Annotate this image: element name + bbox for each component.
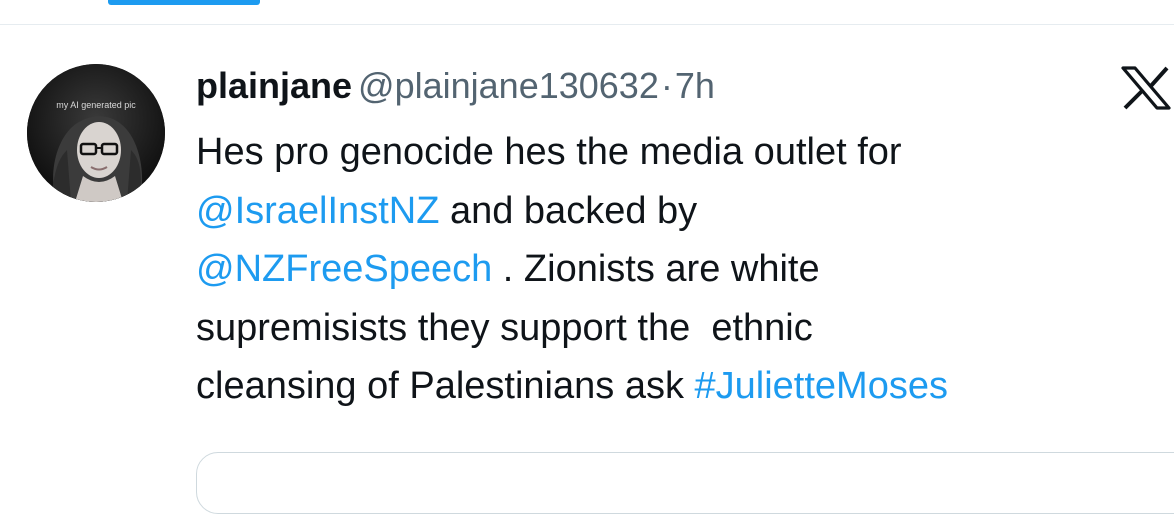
- tweet-text-segment: . Zionists are white: [492, 248, 820, 290]
- display-name[interactable]: plainjane: [196, 65, 352, 106]
- mention-nzfreespeech[interactable]: @NZFreeSpeech: [196, 248, 492, 290]
- tweet-text-line-4: supremisists they support the ethnic: [196, 306, 813, 349]
- timestamp[interactable]: 7h: [675, 65, 715, 106]
- tweet-text: Hes pro genocide hes the media outlet fo…: [196, 123, 1166, 416]
- avatar-caption: my AI generated pic: [56, 100, 136, 110]
- tweet-text-segment: cleansing of Palestinians ask: [196, 365, 695, 407]
- avatar-portrait: [27, 64, 165, 202]
- x-logo-icon[interactable]: [1121, 66, 1171, 110]
- tweet-text-segment: and backed by: [439, 189, 698, 232]
- mention-israelinstnz[interactable]: @IsraelInstNZ: [196, 190, 439, 232]
- hashtag-juliettemoses[interactable]: #JulietteMoses: [695, 365, 948, 407]
- tweet-text-line-2: @IsraelInstNZ and backed by: [196, 182, 1166, 241]
- tweet-text-line-5: cleansing of Palestinians ask #JulietteM…: [196, 357, 1166, 416]
- tweet-header: plainjane @plainjane130632·7h: [196, 62, 715, 110]
- quoted-card[interactable]: [196, 452, 1174, 514]
- separator-dot: ·: [660, 65, 673, 106]
- divider: [0, 24, 1174, 25]
- tweet-text-line-3: @NZFreeSpeech . Zionists are white: [196, 240, 1166, 299]
- user-handle[interactable]: @plainjane130632: [358, 65, 659, 106]
- avatar[interactable]: my AI generated pic: [27, 64, 165, 202]
- active-tab-indicator: [108, 0, 260, 5]
- tweet-text-line-1: Hes pro genocide hes the media outlet fo…: [196, 131, 902, 173]
